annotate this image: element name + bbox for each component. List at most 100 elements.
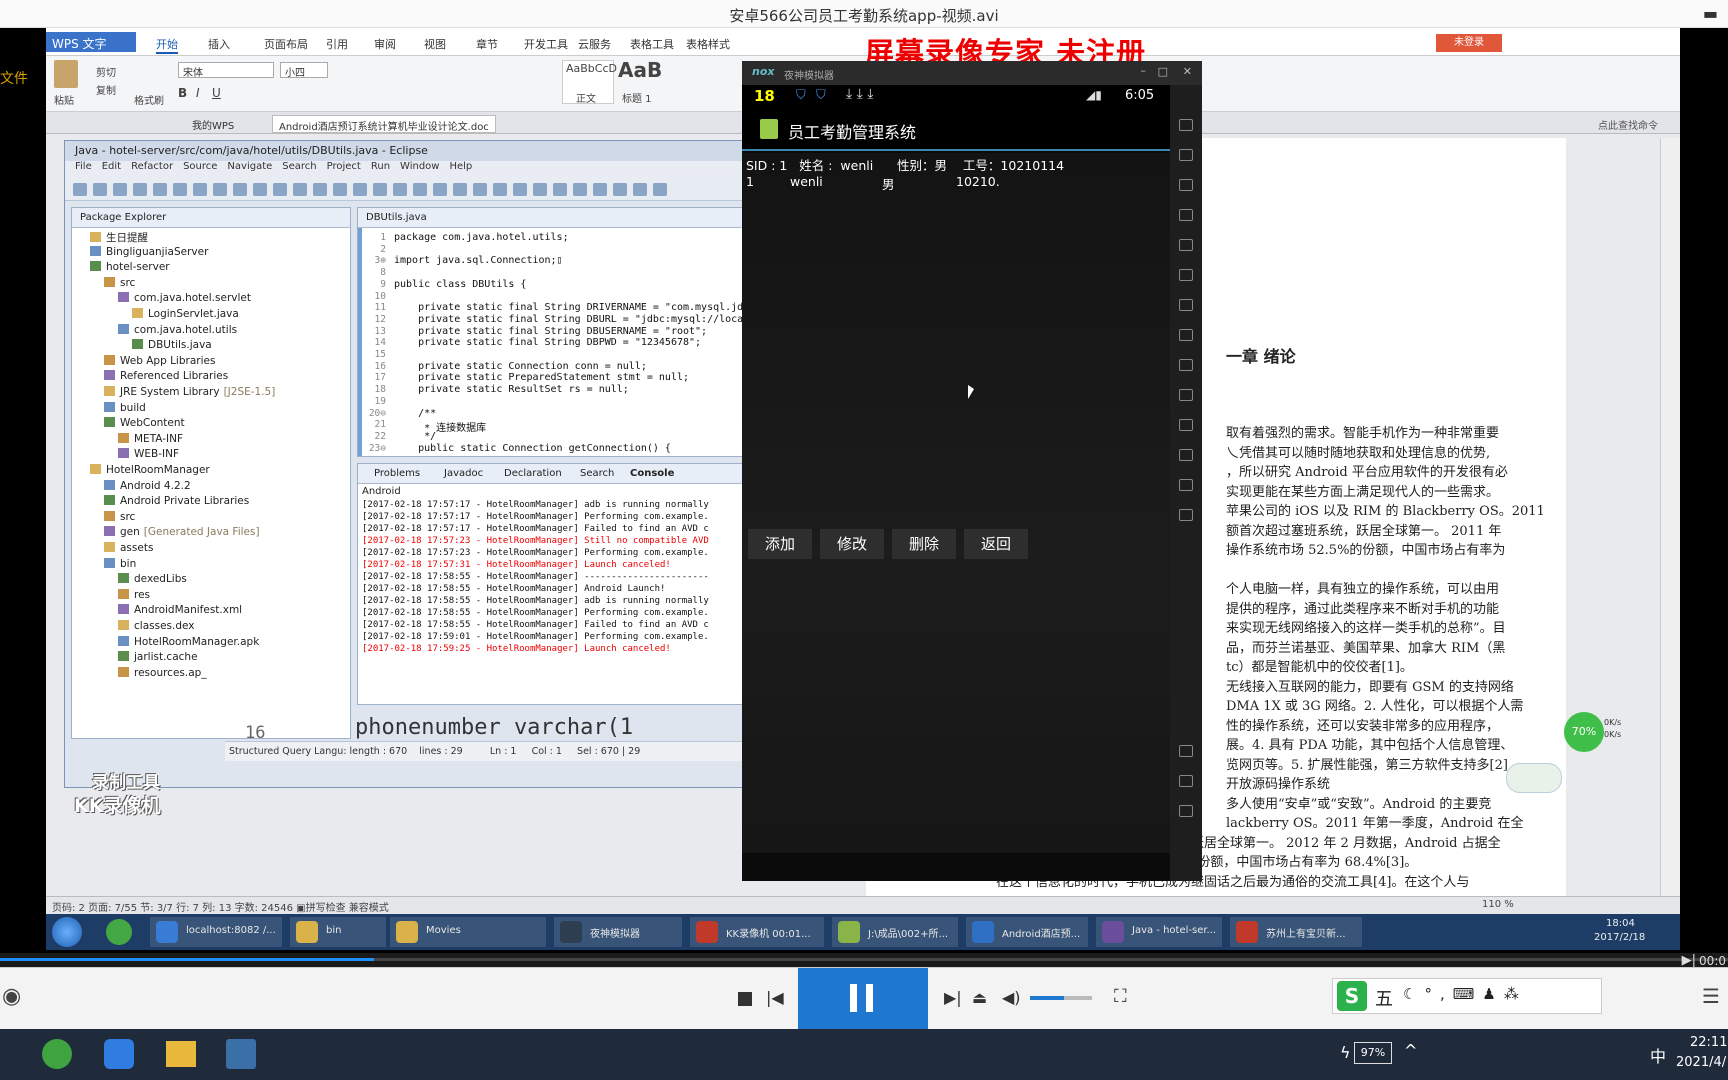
toolbar-icon[interactable]	[513, 183, 527, 196]
tree-item[interactable]: AndroidManifest.xml	[118, 604, 242, 616]
tree-item[interactable]: bin	[104, 557, 136, 570]
toolbar-icon[interactable]	[373, 183, 387, 196]
toolbar-icon[interactable]	[193, 183, 207, 196]
tree-item[interactable]: META-INF	[118, 432, 183, 445]
cut-button[interactable]: 剪切	[96, 64, 116, 79]
eye-icon[interactable]: ◉	[2, 984, 21, 1009]
toolbar-icon[interactable]	[633, 183, 647, 196]
tree-item[interactable]: res	[118, 588, 150, 601]
tree-item[interactable]: JRE System Library [J2SE-1.5]	[104, 386, 275, 398]
style-h1[interactable]: 标题 1	[622, 90, 652, 105]
toolbar-icon[interactable]	[153, 183, 167, 196]
toolbar-icon[interactable]	[393, 183, 407, 196]
toolbar-icon[interactable]	[253, 183, 267, 196]
console-tab[interactable]: Search	[580, 468, 614, 479]
emulator-tool-icon[interactable]	[1179, 389, 1193, 401]
code-line[interactable]: private static ResultSet rs = null;	[394, 384, 629, 395]
tree-item[interactable]: src	[104, 276, 135, 289]
doctab-thesis[interactable]: Android酒店预订系统计算机毕业设计论文.doc	[272, 115, 496, 133]
battery-level[interactable]: 97%	[1354, 1042, 1392, 1064]
format-painter-button[interactable]: 格式刷	[134, 92, 164, 107]
wps-tab[interactable]: 插入	[208, 36, 230, 52]
system-date[interactable]: 2021/4/	[1676, 1055, 1726, 1070]
delete-button[interactable]: 删除	[892, 529, 956, 559]
playlist-icon[interactable]: ☰	[1702, 984, 1720, 1008]
tree-item[interactable]: HotelRoomManager	[90, 464, 210, 476]
taskbar-item[interactable]: J:\成品\002+所...	[832, 917, 958, 947]
taskbar-item[interactable]: localhost:8082 /...	[150, 917, 282, 947]
emulator-tool-icon[interactable]	[1179, 359, 1193, 371]
taskbar-item[interactable]: bin	[290, 917, 386, 947]
code-line[interactable]: private static PreparedStatement stmt = …	[394, 372, 689, 383]
copy-button[interactable]: 复制	[96, 82, 116, 97]
volume-slider[interactable]	[1030, 996, 1092, 1000]
system-time[interactable]: 22:11	[1690, 1035, 1727, 1050]
emulator-tool-icon[interactable]	[1179, 479, 1193, 491]
font-size-select[interactable]: 小四	[280, 62, 328, 79]
eclipse-menu-item[interactable]: Navigate	[227, 161, 272, 172]
back-nav-icon[interactable]	[1179, 745, 1193, 757]
wps-brand-button[interactable]: WPS 文字	[46, 32, 136, 52]
next-icon[interactable]: ▶|	[1682, 953, 1696, 968]
tree-item[interactable]: WebContent	[104, 417, 185, 429]
power-icon[interactable]: ϟ	[1340, 1043, 1351, 1062]
bold-button[interactable]: B	[178, 86, 187, 100]
toolbar-icon[interactable]	[353, 183, 367, 196]
toolbar-icon[interactable]	[553, 183, 567, 196]
toolbar-icon[interactable]	[93, 183, 107, 196]
wps-tab[interactable]: 开始	[156, 36, 178, 54]
underline-button[interactable]: U	[212, 86, 221, 100]
volume-icon[interactable]: ◀)	[1002, 988, 1021, 1007]
emulator-tool-icon[interactable]	[1179, 149, 1193, 161]
code-line[interactable]: private static final String DRIVERNAME =…	[394, 302, 742, 313]
tree-item[interactable]: hotel-server	[90, 261, 170, 273]
toolbar-icon[interactable]	[613, 183, 627, 196]
eclipse-menu-item[interactable]: Search	[282, 161, 316, 172]
eject-icon[interactable]: ⏏	[972, 988, 987, 1007]
emulator-tool-icon[interactable]	[1179, 239, 1193, 251]
taskbar-item[interactable]: 苏州上有宝贝新...	[1230, 917, 1362, 947]
taskbar-item[interactable]: 夜神模拟器	[554, 917, 682, 947]
media-player-icon[interactable]	[226, 1039, 256, 1069]
back-button[interactable]: 返回	[964, 529, 1028, 559]
console-tab[interactable]: Declaration	[504, 468, 562, 479]
doctab-mywps[interactable]: 我的WPS	[186, 115, 240, 133]
code-line[interactable]: /**	[394, 408, 436, 419]
next-icon[interactable]: ▶|	[944, 988, 962, 1007]
toolbar-icon[interactable]	[433, 183, 447, 196]
toolbar-icon[interactable]	[473, 183, 487, 196]
wps-tab[interactable]: 表格样式	[686, 36, 730, 52]
toolbar-icon[interactable]	[273, 183, 287, 196]
tree-item[interactable]: HotelRoomManager.apk	[118, 635, 259, 648]
close-icon[interactable]: ✕	[1183, 65, 1192, 78]
tree-item[interactable]: Referenced Libraries	[104, 370, 228, 382]
toolbar-icon[interactable]	[653, 183, 667, 196]
wps-tab[interactable]: 章节	[476, 36, 498, 52]
emulator-tool-icon[interactable]	[1179, 299, 1193, 311]
package-explorer-tab[interactable]: Package Explorer	[72, 208, 350, 228]
tree-item[interactable]: src	[104, 510, 135, 523]
emulator-tool-icon[interactable]	[1179, 269, 1193, 281]
code-line[interactable]: private static final String DBPWD = "123…	[394, 337, 701, 348]
tree-item[interactable]: classes.dex	[118, 620, 195, 632]
toolbar-icon[interactable]	[413, 183, 427, 196]
app-shield-icon[interactable]	[104, 1039, 134, 1069]
emulator-tool-icon[interactable]	[1179, 509, 1193, 521]
console-tab[interactable]: Javadoc	[444, 468, 483, 479]
toolbar-icon[interactable]	[133, 183, 147, 196]
eclipse-menu-item[interactable]: Help	[449, 161, 472, 172]
wps-tab[interactable]: 表格工具	[630, 36, 674, 52]
edit-button[interactable]: 修改	[820, 529, 884, 559]
toolbar-icon[interactable]	[113, 183, 127, 196]
tree-item[interactable]: DBUtils.java	[132, 339, 212, 351]
folder-icon[interactable]	[166, 1041, 196, 1067]
emulator-tool-icon[interactable]	[1179, 179, 1193, 191]
minimize-icon[interactable]: ▬	[1703, 4, 1718, 23]
toolbar-icon[interactable]	[533, 183, 547, 196]
browser-icon[interactable]	[106, 919, 132, 945]
code-line[interactable]: import java.sql.Connection;▯	[394, 255, 563, 266]
emulator-tool-icon[interactable]	[1179, 419, 1193, 431]
wps-tab[interactable]: 视图	[424, 36, 446, 52]
tree-item[interactable]: assets	[104, 542, 153, 554]
pause-button[interactable]	[798, 968, 928, 1030]
